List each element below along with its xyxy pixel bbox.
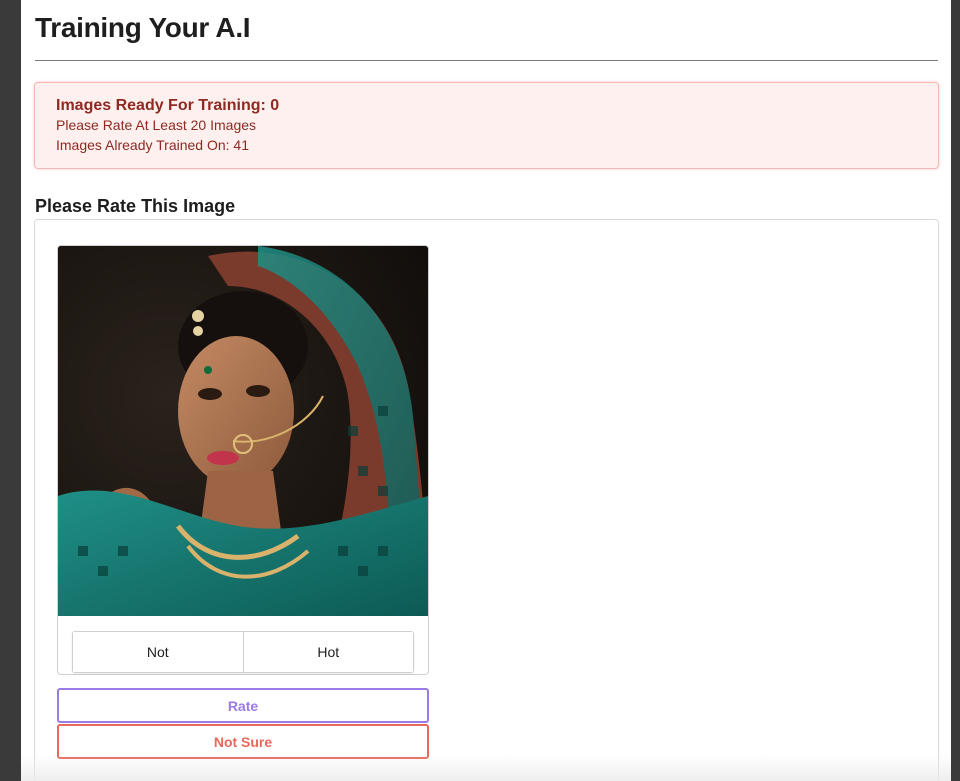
image-card: Not Hot: [57, 245, 429, 675]
rating-panel: Not Hot Rate Not Sure: [34, 219, 939, 781]
training-status-alert: Images Ready For Training: 0 Please Rate…: [34, 82, 939, 169]
not-option-button[interactable]: Not: [73, 632, 243, 672]
rating-choice-group: Not Hot: [72, 631, 414, 673]
scroll-fade: [21, 755, 951, 781]
hot-option-button[interactable]: Hot: [242, 632, 413, 672]
images-trained-count: Images Already Trained On: 41: [56, 137, 249, 153]
images-ready-count: Images Ready For Training: 0: [56, 97, 280, 114]
page-content: Training Your A.I Images Ready For Train…: [21, 0, 951, 781]
not-sure-button[interactable]: Not Sure: [57, 724, 429, 759]
title-divider: [35, 60, 938, 61]
rate-button[interactable]: Rate: [57, 688, 429, 723]
page-title: Training Your A.I: [35, 12, 251, 43]
rating-photo: [58, 246, 428, 616]
rate-section-heading: Please Rate This Image: [35, 196, 236, 216]
rate-minimum-notice: Please Rate At Least 20 Images: [56, 117, 257, 133]
